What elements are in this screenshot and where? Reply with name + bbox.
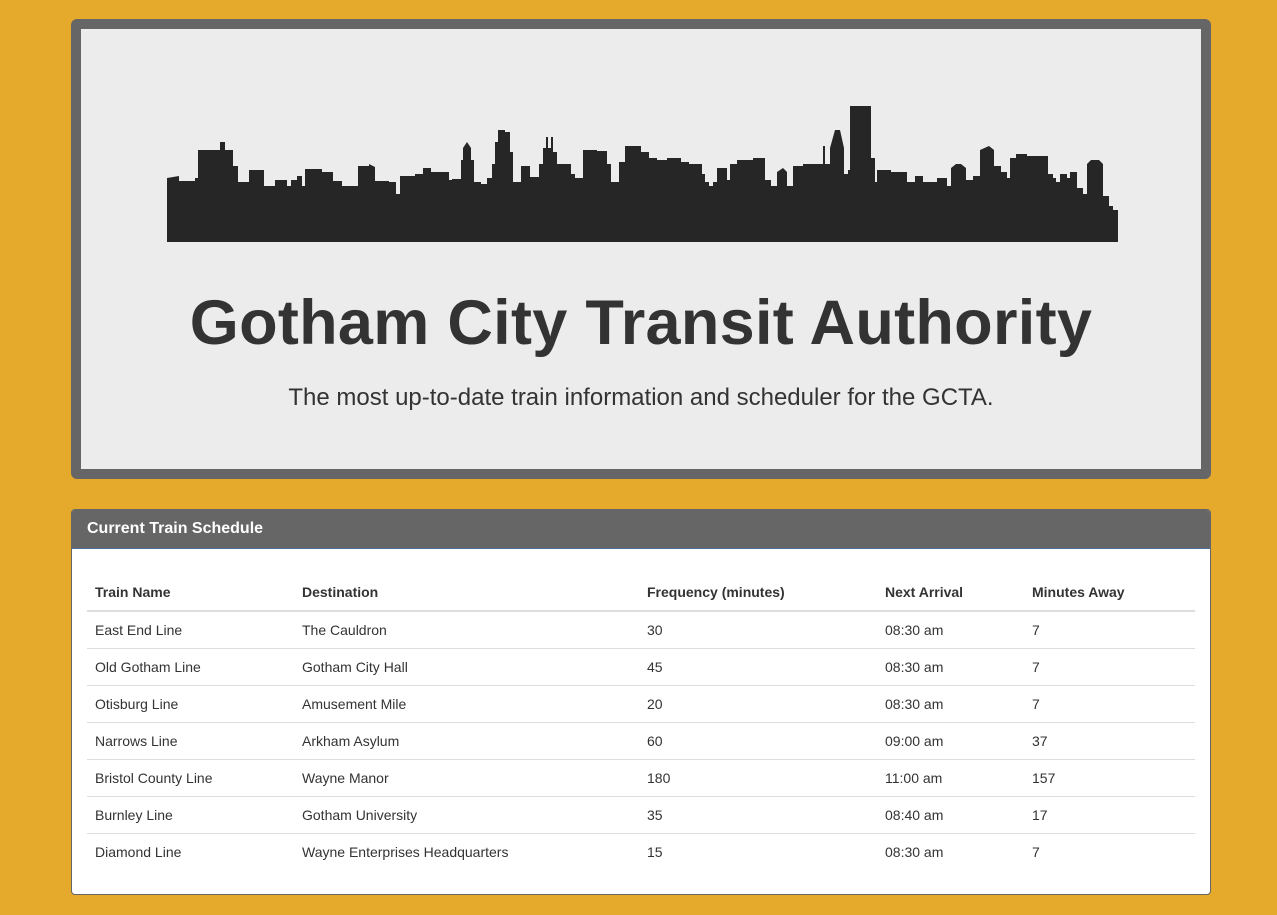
train-name-cell: Old Gotham Line — [87, 648, 294, 686]
frequency-cell: 20 — [639, 685, 877, 723]
train-name-cell: Otisburg Line — [87, 685, 294, 723]
column-header-next-arrival: Next Arrival — [877, 564, 1024, 612]
destination-cell: Wayne Enterprises Headquarters — [294, 833, 639, 870]
schedule-panel-heading: Current Train Schedule — [72, 510, 1210, 549]
next-arrival-cell: 08:40 am — [877, 796, 1024, 834]
destination-cell: Wayne Manor — [294, 759, 639, 797]
schedule-table: Train Name Destination Frequency (minute… — [87, 564, 1195, 870]
destination-cell: Arkham Asylum — [294, 722, 639, 760]
jumbotron-header: Gotham City Transit Authority The most u… — [71, 19, 1211, 479]
train-name-cell: Narrows Line — [87, 722, 294, 760]
train-name-cell: Burnley Line — [87, 796, 294, 834]
table-row: Narrows Line Arkham Asylum 60 09:00 am 3… — [87, 722, 1195, 760]
schedule-panel-body: Train Name Destination Frequency (minute… — [72, 549, 1210, 885]
minutes-away-cell: 7 — [1024, 685, 1195, 723]
train-name-cell: Diamond Line — [87, 833, 294, 870]
destination-cell: Gotham University — [294, 796, 639, 834]
page-subtitle: The most up-to-date train information an… — [288, 384, 994, 411]
destination-cell: Gotham City Hall — [294, 648, 639, 686]
table-row: Diamond Line Wayne Enterprises Headquart… — [87, 833, 1195, 870]
column-header-train-name: Train Name — [87, 564, 294, 612]
minutes-away-cell: 157 — [1024, 759, 1195, 797]
table-row: Old Gotham Line Gotham City Hall 45 08:3… — [87, 648, 1195, 686]
frequency-cell: 180 — [639, 759, 877, 797]
column-header-destination: Destination — [294, 564, 639, 612]
city-skyline-icon — [167, 106, 1118, 242]
next-arrival-cell: 08:30 am — [877, 685, 1024, 723]
train-name-cell: East End Line — [95, 622, 183, 638]
minutes-away-cell: 7 — [1024, 648, 1195, 686]
table-row: East End Line The Cauldron 30 08:30 am 7 — [87, 611, 1195, 649]
next-arrival-cell: 09:00 am — [877, 722, 1024, 760]
table-row: Burnley Line Gotham University 35 08:40 … — [87, 796, 1195, 834]
table-row: Otisburg Line Amusement Mile 20 08:30 am… — [87, 685, 1195, 723]
next-arrival-cell: 11:00 am — [877, 759, 1024, 797]
frequency-cell: 60 — [639, 722, 877, 760]
minutes-away-cell: 7 — [1024, 833, 1195, 870]
next-arrival-cell: 08:30 am — [877, 648, 1024, 686]
frequency-cell: 30 — [647, 622, 663, 638]
page-title: Gotham City Transit Authority — [189, 288, 1093, 358]
destination-cell: Amusement Mile — [294, 685, 639, 723]
frequency-cell: 15 — [639, 833, 877, 870]
minutes-away-cell: 17 — [1024, 796, 1195, 834]
minutes-away-cell: 37 — [1024, 722, 1195, 760]
column-header-minutes-away: Minutes Away — [1024, 564, 1195, 612]
frequency-cell: 45 — [639, 648, 877, 686]
column-header-frequency: Frequency (minutes) — [639, 564, 877, 612]
minutes-away-cell: 7 — [1032, 622, 1040, 638]
frequency-cell: 35 — [639, 796, 877, 834]
schedule-panel: Current Train Schedule Train Name Destin… — [71, 509, 1211, 895]
destination-cell: The Cauldron — [302, 622, 387, 638]
table-row: Bristol County Line Wayne Manor 180 11:0… — [87, 759, 1195, 797]
next-arrival-cell: 08:30 am — [877, 833, 1024, 870]
header-row: Train Name Destination Frequency (minute… — [87, 564, 1195, 612]
train-name-cell: Bristol County Line — [87, 759, 294, 797]
schedule-table-header: Train Name Destination Frequency (minute… — [87, 564, 1195, 612]
schedule-table-body: East End Line The Cauldron 30 08:30 am 7… — [87, 611, 1195, 870]
next-arrival-cell: 08:30 am — [885, 622, 944, 638]
